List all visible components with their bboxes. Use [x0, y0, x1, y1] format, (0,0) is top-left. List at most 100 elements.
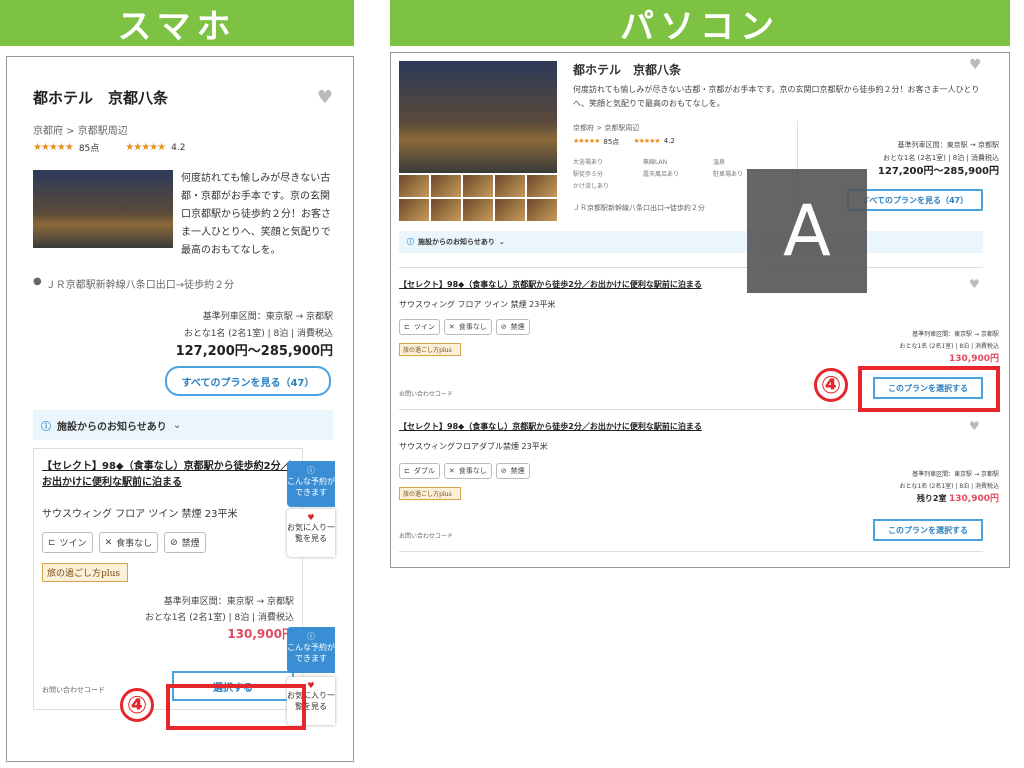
highlight-box	[166, 684, 306, 730]
info-icon: ⓘ	[407, 238, 414, 246]
thumbnail[interactable]	[431, 175, 461, 197]
favorite-widget[interactable]: ♥ お気に入り一覧を見る	[287, 509, 335, 557]
transport-line: 基準列車区間：東京駅 → 京都駅	[897, 141, 999, 149]
room-name: サウスウィングフロアダブル禁煙 23平米	[399, 442, 548, 451]
plus-badge: 旅の過ごし方plus	[42, 563, 128, 582]
meal-chip: ✕ 食事なし	[443, 463, 492, 479]
plus-badge: 旅の過ごし方plus	[399, 487, 461, 500]
thumbnail[interactable]	[495, 199, 525, 221]
smoking-chip: ⊘ 禁煙	[495, 319, 530, 335]
notice-text[interactable]: 施設からのお知らせあり	[418, 237, 495, 247]
price-range: 127,200円〜285,900円	[175, 344, 333, 359]
plan-title[interactable]: 【セレクト】98◆（食事なし）京都駅から徒歩2分／お出かけに便利な駅前に泊まる	[399, 279, 702, 290]
hotel-description: 何度訪れても愉しみが尽きない古都・京都がお手本です。京の玄関口京都駅から徒歩約２…	[573, 85, 980, 108]
thumbnail[interactable]	[431, 199, 461, 221]
heart-icon[interactable]: ♥	[317, 87, 333, 108]
access-text: ＪＲ京都駅新幹線八条口出口→徒歩約２分	[45, 280, 235, 291]
highlight-box	[858, 366, 1000, 412]
plan-transport-line: 基準列車区間：東京駅 → 京都駅	[912, 331, 999, 338]
no-smoking-icon: ⊘	[170, 537, 178, 548]
chevron-down-icon[interactable]: ⌄	[173, 420, 181, 431]
plan-guests-line: おとな1名 (2名1室) | 8泊 | 消費税込	[899, 343, 999, 350]
meal-chip: ✕ 食事なし	[443, 319, 492, 335]
location-pin-icon: ●	[33, 276, 42, 287]
plan-transport-line: 基準列車区間：東京駅 → 京都駅	[912, 471, 999, 478]
review-score[interactable]: 4.2	[171, 143, 185, 153]
smartphone-view: 都ホテル 京都八条 ♥ 京都府 > 京都駅周辺 ★★★★★ 85点 ★★★★★ …	[6, 56, 354, 762]
plan-price: 130,900円	[949, 494, 999, 504]
breadcrumb[interactable]: 京都府 > 京都駅周辺	[573, 123, 639, 133]
select-plan-button[interactable]: このプランを選択する	[873, 519, 983, 541]
pc-view: 都ホテル 京都八条 ♥ 何度訪れても愉しみが尽きない古都・京都がお手本です。京の…	[390, 52, 1010, 568]
breadcrumb[interactable]: 京都府 > 京都駅周辺	[33, 122, 333, 137]
step-marker: ④	[814, 368, 848, 402]
smoking-chip: ⊘ 禁煙	[495, 463, 530, 479]
room-name: サウスウィング フロア ツイン 禁煙 23平米	[42, 509, 238, 520]
thumbnail[interactable]	[495, 175, 525, 197]
plan-price: 130,900円	[227, 627, 294, 641]
hotel-name[interactable]: 都ホテル 京都八条	[573, 61, 681, 78]
thumbnail[interactable]	[399, 175, 429, 197]
thumbnail[interactable]	[463, 175, 493, 197]
plan-price: 130,900円	[949, 354, 999, 364]
review-stars: ★★★★★	[633, 137, 660, 145]
notice-text[interactable]: 施設からのお知らせあり	[57, 418, 167, 433]
utensils-icon: ✕	[448, 467, 455, 475]
meal-chip: ✕ 食事なし	[98, 532, 159, 553]
plan-transport-line: 基準列車区間：東京駅 → 京都駅	[163, 597, 294, 607]
heart-icon[interactable]: ♥	[969, 57, 982, 73]
contact-code-link[interactable]: お問い合わせコード	[42, 685, 105, 695]
review-stars: ★★★★★	[125, 142, 166, 153]
rating-stars: ★★★★★	[33, 142, 74, 153]
divider	[399, 267, 983, 268]
price-range: 127,200円〜285,900円	[877, 166, 999, 177]
thumbnail[interactable]	[527, 199, 557, 221]
contact-code-link[interactable]: お問い合わせコード	[399, 531, 453, 540]
room-name: サウスウィング フロア ツイン 禁煙 23平米	[399, 300, 556, 309]
smartphone-header: スマホ	[0, 0, 354, 47]
rating-score: 85点	[78, 144, 100, 154]
overlay-letter: A	[747, 169, 867, 293]
room-type-chip: ⊏ ダブル	[399, 463, 440, 479]
contact-code-link[interactable]: お問い合わせコード	[399, 389, 453, 398]
hotel-photo[interactable]	[33, 170, 173, 248]
room-type-chip: ⊏ ツイン	[399, 319, 440, 335]
review-score[interactable]: 4.2	[664, 137, 675, 147]
thumbnail[interactable]	[399, 199, 429, 221]
heart-icon[interactable]: ♥	[969, 419, 980, 433]
smoking-chip: ⊘ 禁煙	[164, 532, 206, 553]
rating-score: 85点	[603, 138, 620, 146]
info-icon: ⓘ	[41, 421, 51, 433]
no-smoking-icon: ⊘	[500, 467, 507, 475]
hotel-name[interactable]: 都ホテル 京都八条	[33, 87, 168, 108]
heart-icon[interactable]: ♥	[969, 277, 980, 291]
plan-title[interactable]: 【セレクト】98◆（食事なし）京都駅から徒歩約2分／お出かけに便利な駅前に泊まる	[42, 459, 294, 491]
hotel-photo[interactable]	[399, 61, 557, 173]
rating-stars: ★★★★★	[573, 137, 600, 145]
no-smoking-icon: ⊘	[500, 323, 507, 331]
access-text: ＪＲ京都駅新幹線八条口出口→徒歩約２分	[573, 204, 705, 212]
thumbnail[interactable]	[463, 199, 493, 221]
chevron-down-icon[interactable]: ⌄	[499, 238, 505, 246]
plan-title[interactable]: 【セレクト】98◆（食事なし）京都駅から徒歩2分／お出かけに便利な駅前に泊まる	[399, 421, 702, 432]
rooms-left: 残り2室	[916, 494, 947, 503]
info-icon: ⓘ	[307, 632, 315, 641]
all-plans-button[interactable]: すべてのプランを見る（47）	[165, 366, 331, 396]
utensils-icon: ✕	[104, 537, 113, 548]
all-plans-button[interactable]: すべてのプランを見る（47）	[847, 189, 983, 211]
transport-line: 基準列車区間：東京駅 → 京都駅	[202, 312, 333, 322]
divider	[399, 551, 983, 552]
thumbnail[interactable]	[527, 175, 557, 197]
plan-widget[interactable]: ⓘ こんな予約ができます	[287, 627, 335, 673]
plus-badge: 旅の過ごし方plus	[399, 343, 461, 356]
info-icon: ⓘ	[307, 466, 315, 475]
heart-icon: ♥	[307, 513, 315, 522]
pc-header: パソコン	[390, 0, 1010, 47]
plan-guests-line: おとな1名 (2名1室) | 8泊 | 消費税込	[899, 483, 999, 490]
room-type-chip: ⊏ ツイン	[42, 532, 93, 553]
guests-line: おとな1名 (2名1室) | 8泊 | 消費税込	[883, 154, 999, 162]
step-marker: ④	[120, 688, 154, 722]
bed-icon: ⊏	[48, 537, 56, 548]
hotel-description: 何度訪れても愉しみが尽きない古都・京都がお手本です。京の玄関口京都駅から徒歩約２…	[181, 173, 331, 256]
plan-widget[interactable]: ⓘ こんな予約ができます	[287, 461, 335, 507]
